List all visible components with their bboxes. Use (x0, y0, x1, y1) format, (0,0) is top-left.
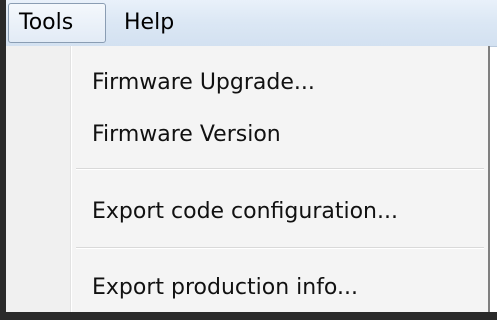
menu-item-firmware-upgrade[interactable]: Firmware Upgrade... (92, 68, 315, 98)
menu-help[interactable]: Help (114, 4, 184, 42)
menu-separator (76, 168, 484, 170)
menu-item-firmware-version[interactable]: Firmware Version (92, 120, 281, 150)
menu-bar: Tools Help (0, 0, 497, 47)
menu-separator (76, 247, 484, 249)
gutter-divider-highlight (71, 46, 72, 312)
menu-icon-gutter (6, 46, 70, 312)
window-edge-bottom (0, 312, 497, 320)
menu-item-export-production-info[interactable]: Export production info... (92, 273, 358, 303)
tools-dropdown-menu: Firmware Upgrade... Firmware Version Exp… (6, 46, 490, 312)
menu-item-export-code-configuration[interactable]: Export code configuration... (92, 197, 398, 227)
application-window: Tools Help Firmware Upgrade... Firmware … (0, 0, 497, 320)
window-edge-left (0, 0, 6, 320)
menu-tools[interactable]: Tools (8, 3, 106, 43)
